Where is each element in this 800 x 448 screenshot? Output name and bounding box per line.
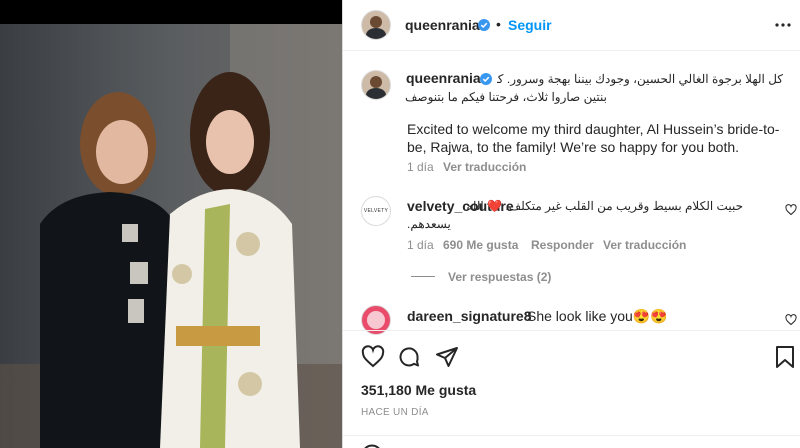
comment-reply-button[interactable]: Responder [531, 238, 594, 252]
author-avatar[interactable] [361, 10, 391, 40]
likes-count[interactable]: 351,180 Me gusta [361, 382, 476, 398]
comment-time[interactable]: 1 día [407, 238, 434, 252]
replies-divider [411, 276, 435, 277]
post-actions: 351,180 Me gusta HACE UN DÍA [343, 330, 800, 448]
separator-dot: • [496, 16, 501, 32]
caption-time[interactable]: 1 día [407, 160, 434, 174]
view-replies-button[interactable]: Ver respuestas (2) [448, 270, 551, 284]
commenter-avatar[interactable]: VELVETY [361, 196, 391, 226]
emoji-icon[interactable] [361, 444, 383, 448]
caption-avatar[interactable] [361, 70, 391, 100]
more-horizontal-icon[interactable] [775, 23, 791, 27]
caption-arabic-line2: بنتين صاروا ثلاث، فرحتنا فيكم ما بتنوصف [405, 90, 607, 104]
bookmark-save-icon[interactable] [775, 345, 795, 369]
verified-badge-icon [480, 72, 492, 85]
like-heart-icon[interactable] [361, 345, 385, 369]
comment-likes[interactable]: 690 Me gusta [443, 238, 518, 252]
caption-arabic-line1: كل الهلا برجوة الغالي الحسين، وجودك بينن… [497, 72, 783, 86]
post-photo[interactable] [0, 24, 342, 448]
comment-text-line2: يسعدهم. [407, 217, 451, 231]
caption-username[interactable]: queenrania [406, 70, 481, 86]
post-timestamp: HACE UN DÍA [361, 407, 429, 418]
comment-like-heart-icon[interactable] [785, 313, 797, 326]
post-header: queenrania • Seguir [343, 0, 800, 51]
bottom-divider [343, 435, 800, 436]
caption-see-translation[interactable]: Ver traducción [443, 160, 526, 174]
follow-button[interactable]: Seguir [508, 17, 552, 33]
post-detail-panel: queenrania • Seguir queenrania كل الهلا … [342, 0, 800, 448]
post-image [0, 24, 342, 448]
caption-english: Excited to welcome my third daughter, Al… [407, 121, 780, 155]
author-username[interactable]: queenrania [405, 17, 480, 33]
comment-text: She look like you😍😍 [527, 308, 668, 324]
comment-text-line1: حبيت الكلام بسيط وقريب من القلب غير متكل… [466, 199, 743, 213]
comment-username[interactable]: dareen_signature8 [407, 308, 532, 324]
share-send-icon[interactable] [435, 345, 459, 369]
comment-bubble-icon[interactable] [397, 345, 421, 369]
commenter-avatar-text: VELVETY [363, 208, 389, 214]
verified-badge-icon [478, 18, 490, 31]
comment-see-translation[interactable]: Ver traducción [603, 238, 686, 252]
comment-like-heart-icon[interactable] [785, 203, 797, 216]
